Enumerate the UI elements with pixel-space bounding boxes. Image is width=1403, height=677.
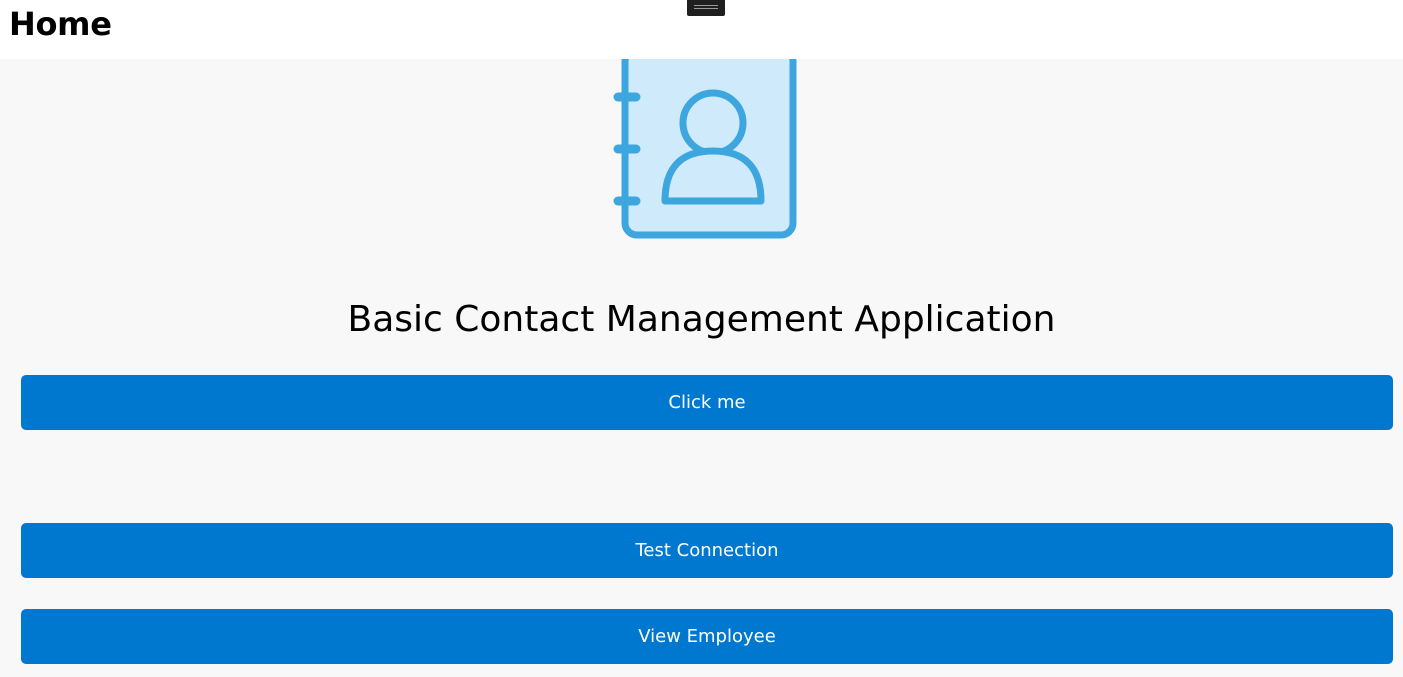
title-bar: Home: [0, 0, 1403, 59]
test-connection-button[interactable]: Test Connection: [21, 523, 1393, 578]
view-employee-button[interactable]: View Employee: [21, 609, 1393, 664]
main-content: Basic Contact Management Application Cli…: [0, 59, 1403, 677]
grip-line: [694, 5, 718, 6]
grip-line: [694, 8, 718, 9]
contact-book-icon: [613, 59, 797, 239]
window-drag-handle[interactable]: [687, 0, 725, 16]
app-heading: Basic Contact Management Application: [347, 299, 1056, 340]
click-me-button[interactable]: Click me: [21, 375, 1393, 430]
page-title: Home: [9, 5, 112, 43]
